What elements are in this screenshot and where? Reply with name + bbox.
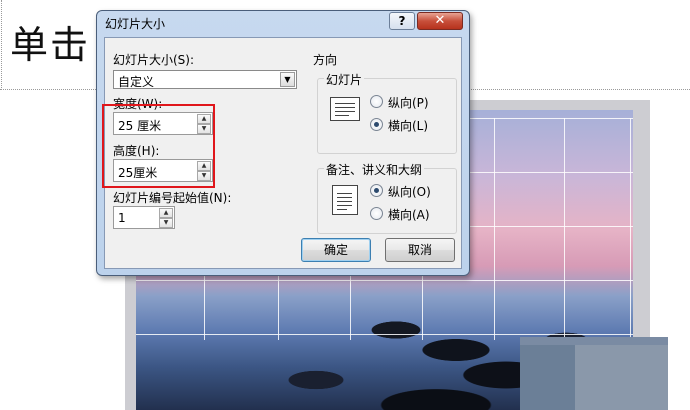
gridline xyxy=(564,118,565,340)
start-number-value: 1 xyxy=(118,211,126,225)
slide-size-value: 自定义 xyxy=(118,75,155,89)
slide-size-label: 幻灯片大小(S): xyxy=(113,53,195,67)
notes-portrait-radio[interactable] xyxy=(370,184,383,197)
cancel-button[interactable]: 取消 xyxy=(385,238,455,262)
width-label: 宽度(W): xyxy=(113,97,163,111)
width-spinner[interactable]: 25 厘米 ▲ ▼ xyxy=(113,112,213,135)
width-value: 25 厘米 xyxy=(118,119,162,133)
spin-up-icon[interactable]: ▲ xyxy=(197,114,211,124)
help-button[interactable]: ? xyxy=(389,12,415,30)
overlay-shape-inner[interactable] xyxy=(575,345,668,410)
dialog-titlebar[interactable]: 幻灯片大小 ? ✕ xyxy=(97,11,469,37)
slides-portrait-label[interactable]: 纵向(P) xyxy=(388,94,429,111)
notes-portrait-label[interactable]: 纵向(O) xyxy=(388,183,431,200)
slide-size-dialog: 幻灯片大小 ? ✕ 幻灯片大小(S): 自定义 ▼ 宽度(W): 25 厘米 ▲… xyxy=(96,10,470,276)
gridline xyxy=(630,118,631,340)
spin-down-icon[interactable]: ▼ xyxy=(197,124,211,134)
notes-landscape-radio[interactable] xyxy=(370,207,383,220)
dialog-body: 幻灯片大小(S): 自定义 ▼ 宽度(W): 25 厘米 ▲ ▼ 高度(H): … xyxy=(104,37,462,269)
start-number-label: 幻灯片编号起始值(N): xyxy=(113,191,232,205)
height-value: 25厘米 xyxy=(118,166,158,180)
slides-orientation-group: 幻灯片 纵向(P) 横向(L) xyxy=(317,71,457,154)
orientation-label: 方向 xyxy=(313,53,338,67)
slides-landscape-radio[interactable] xyxy=(370,118,383,131)
spin-down-icon[interactable]: ▼ xyxy=(197,171,211,181)
notes-group-title: 备注、讲义和大纲 xyxy=(324,161,425,178)
slides-portrait-radio[interactable] xyxy=(370,95,383,108)
height-spinner[interactable]: 25厘米 ▲ ▼ xyxy=(113,159,213,182)
height-label: 高度(H): xyxy=(113,144,160,158)
slides-group-title: 幻灯片 xyxy=(324,71,365,88)
slides-landscape-label[interactable]: 横向(L) xyxy=(388,117,428,134)
dialog-title: 幻灯片大小 xyxy=(105,17,166,31)
landscape-page-icon xyxy=(330,97,360,121)
start-number-spinner[interactable]: 1 ▲ ▼ xyxy=(113,206,175,229)
close-button[interactable]: ✕ xyxy=(417,12,463,30)
notes-landscape-label[interactable]: 横向(A) xyxy=(388,206,430,223)
portrait-page-icon xyxy=(332,185,358,215)
gridline xyxy=(136,334,633,335)
dropdown-arrow-icon[interactable]: ▼ xyxy=(280,72,295,87)
placeholder-border xyxy=(1,0,2,90)
spin-up-icon[interactable]: ▲ xyxy=(197,161,211,171)
slide-size-dropdown[interactable]: 自定义 ▼ xyxy=(113,70,297,89)
spin-down-icon[interactable]: ▼ xyxy=(159,218,173,228)
gridline xyxy=(136,280,633,281)
title-placeholder-text: 单击 xyxy=(10,23,91,67)
overlay-shape-top xyxy=(520,337,668,345)
gridline xyxy=(494,118,495,340)
ok-button[interactable]: 确定 xyxy=(301,238,371,262)
spin-up-icon[interactable]: ▲ xyxy=(159,208,173,218)
notes-orientation-group: 备注、讲义和大纲 纵向(O) 横向(A) xyxy=(317,161,457,234)
